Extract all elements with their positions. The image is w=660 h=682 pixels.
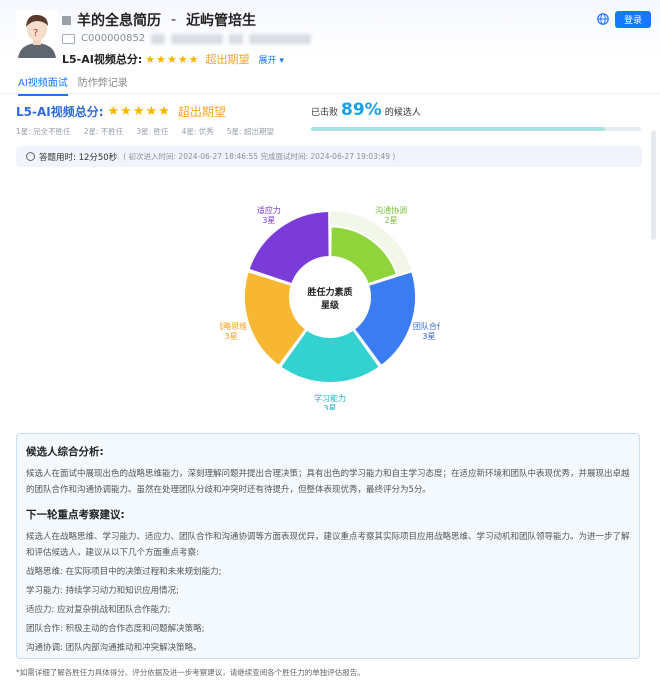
chart-series-label: 沟通协调: [375, 205, 407, 215]
title-marker: [62, 15, 71, 25]
tab-divider: [0, 93, 660, 94]
answer-time-bar: 答题用时: 12分50秒 ( 初次进入时间: 2024-06-27 18:46:…: [16, 146, 642, 167]
header-stars: ★★★★★: [145, 52, 200, 66]
competency-chart: 沟通协调2星团队合作3星学习能力3星战略思维3星适应力3星胜任力素质星级: [215, 185, 445, 413]
suggestion-title: 下一轮重点考察建议:: [26, 509, 125, 521]
suggestion-item: 战略思维: 在实际项目中的决策过程和未来规划能力;: [26, 567, 222, 577]
summary-score: L5-AI视频总分: ★★★★★ 超出期望: [16, 103, 226, 120]
analysis-title: 候选人综合分析:: [26, 446, 104, 458]
chart-series-label: 战略思维: [220, 321, 247, 331]
id-row: C000000852: [62, 33, 312, 44]
beat-prefix: 已击败: [311, 108, 339, 118]
chart-series-label: 团队合作: [413, 321, 440, 331]
level-3: 3星: 胜任: [136, 127, 169, 136]
expand-button[interactable]: 展开 ▾: [259, 53, 284, 66]
chart-series-value: 3星: [225, 332, 238, 341]
id-card-icon: [62, 33, 75, 44]
beat-percent: 89%: [341, 100, 382, 120]
suggestion-item: 沟通协调: 团队内部沟通推动和冲突解决策略。: [26, 643, 202, 653]
answer-time-detail: ( 初次进入时间: 2024-06-27 18:46:55 完成面试时间: 20…: [123, 152, 396, 161]
competency-rose-chart: 沟通协调2星团队合作3星学习能力3星战略思维3星适应力3星胜任力素质星级: [215, 205, 445, 413]
candidate-name: 羊的全息简历: [77, 13, 161, 29]
chart-series-value: 3星: [422, 332, 435, 341]
chart-center-subtitle: 星级: [321, 299, 340, 311]
login-button[interactable]: 登录: [615, 11, 651, 28]
chart-series-label: 适应力: [257, 205, 281, 215]
chart-series-value: 3星: [323, 404, 336, 410]
chart-series-value: 2星: [385, 216, 398, 225]
chart-center-title: 胜任力素质: [306, 286, 352, 298]
scrollbar[interactable]: [651, 130, 656, 240]
summary-stars: ★★★★★: [107, 104, 171, 119]
title-row: 羊的全息简历 - 近屿管培生: [62, 10, 256, 30]
redacted-phone: [171, 33, 224, 44]
suggestion-item: 适应力: 应对复杂挑战和团队合作能力;: [26, 605, 171, 615]
svg-text:?: ?: [33, 28, 38, 39]
candidate-id: C000000852: [81, 33, 146, 44]
level-5: 5星: 超出期望: [226, 127, 274, 136]
level-2: 2星: 不胜任: [83, 127, 124, 136]
redacted-email: [249, 33, 312, 44]
redacted-phone-icon: [151, 33, 166, 44]
title-separator: -: [171, 12, 177, 28]
globe-icon[interactable]: [597, 13, 609, 25]
avatar: ?: [16, 10, 58, 58]
suggestion-text: 候选人在战略思维、学习能力、适应力、团队合作和沟通协调等方面表现优异，建议重点考…: [26, 532, 630, 558]
suggestion-item: 团队合作: 积极主动的合作态度和问题解决策略;: [26, 624, 205, 634]
footnote: *如需详细了解各胜任力具体得分、评分依据及进一步考察建议，请继续查阅各个胜任力的…: [16, 668, 365, 677]
star-level-legend: 1星: 完全不胜任 2星: 不胜任 3星: 胜任 4星: 优秀 5星: 超出期望: [16, 126, 274, 137]
header-score: L5-AI视频总分: ★★★★★ 超出期望 展开 ▾: [62, 51, 284, 67]
analysis-panel: 候选人综合分析: 候选人在面试中展现出色的战略思维能力，深刻理解问题并提出合理决…: [16, 433, 640, 659]
summary-expect: 超出期望: [177, 105, 226, 119]
summary-score-label: L5-AI视频总分:: [16, 105, 104, 119]
level-4: 4星: 优秀: [181, 127, 214, 136]
answer-time: 答题用时: 12分50秒: [39, 152, 118, 163]
job-role: 近屿管培生: [186, 13, 257, 29]
chart-series-value: 3星: [262, 216, 275, 225]
redacted-mail-icon: [229, 33, 244, 44]
page: ? 羊的全息简历 - 近屿管培生 C000000852 L5-AI视频总分: ★…: [0, 0, 660, 682]
header-score-label: L5-AI视频总分:: [62, 53, 143, 66]
beat-ratio: 已击败 89% 的候选人: [311, 100, 421, 120]
header-expect: 超出期望: [205, 53, 250, 66]
analysis-text: 候选人在面试中展现出色的战略思维能力，深刻理解问题并提出合理决策；具有出色的学习…: [26, 469, 630, 495]
chart-series-label: 学习能力: [314, 393, 346, 403]
beat-suffix: 的候选人: [384, 108, 421, 118]
beat-progress-fill: [311, 127, 605, 131]
suggestion-item: 学习能力: 持续学习动力和知识应用情况;: [26, 586, 179, 596]
clock-icon: [26, 152, 35, 161]
beat-progress-bar: [311, 127, 641, 131]
level-1: 1星: 完全不胜任: [16, 127, 71, 136]
